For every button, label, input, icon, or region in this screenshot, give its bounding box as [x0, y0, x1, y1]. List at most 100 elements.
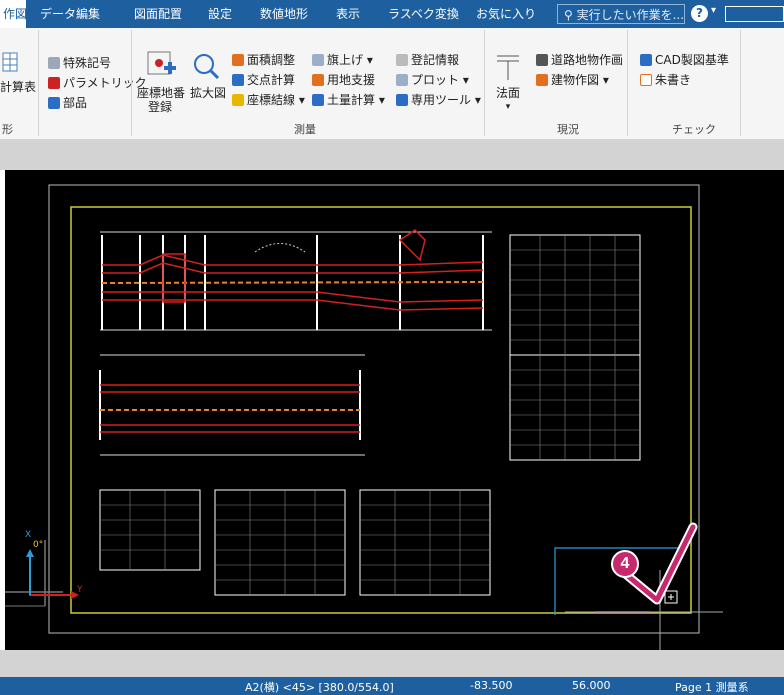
table-gridlines	[100, 235, 640, 595]
drawing-canvas[interactable]: 4 X 0° Y	[5, 170, 784, 650]
calc-table-button[interactable]: 計算表	[0, 80, 36, 94]
zahyou-kessen-button[interactable]: 座標結線 ▾	[232, 93, 305, 107]
chevron-down-icon: ▾	[505, 102, 511, 112]
divider	[131, 30, 132, 136]
cad-standard-button[interactable]: CAD製図基準	[640, 53, 729, 67]
search-icon: ⚲	[564, 8, 577, 22]
axis-y-label: Y	[77, 585, 83, 595]
drawing-svg	[5, 184, 723, 650]
tab-data-edit[interactable]: データ編集	[40, 0, 100, 28]
tab-sakuzu[interactable]: 作図	[0, 0, 27, 28]
label: 朱書き	[655, 73, 692, 87]
touki-jouhou-button[interactable]: 登記情報	[396, 53, 459, 67]
divider	[627, 30, 628, 136]
account-box[interactable]	[725, 6, 784, 22]
label: 用地支援	[327, 73, 376, 87]
step-badge: 4	[611, 550, 639, 578]
chevron-down-icon: ▾	[599, 73, 609, 87]
menseki-chousei-button[interactable]: 面積調整	[232, 53, 295, 67]
doryou-keisan-button[interactable]: 土量計算 ▾	[312, 93, 385, 107]
house-icon	[232, 54, 244, 66]
chevron-down-icon: ▾	[363, 53, 373, 67]
tab-zumen-haichi[interactable]: 図面配置	[134, 0, 182, 28]
divider	[38, 30, 39, 136]
label: プロット	[411, 73, 460, 87]
label: CAD製図基準	[655, 53, 729, 67]
statusbar: A2(横) <45> [380.0/554.0] -83.500 56.000 …	[0, 677, 784, 695]
group-label-check: チェック	[672, 123, 716, 136]
label: 交点計算	[247, 73, 296, 87]
lines-icon	[232, 94, 244, 106]
menubar: 作図 データ編集 図面配置 設定 数値地形 表示 ラスベク変換 お気に入り ⚲ …	[0, 0, 784, 28]
page-status[interactable]: Page 1 測量系	[675, 679, 749, 695]
tab-favorites[interactable]: お気に入り	[476, 0, 536, 28]
douro-chibutsu-button[interactable]: 道路地物作画	[536, 53, 623, 67]
help-icon[interactable]: ?	[691, 5, 708, 22]
paper-border	[48, 184, 700, 634]
label: パラメトリック	[63, 76, 147, 90]
tool-icon	[396, 94, 408, 106]
label-line2: 登録	[147, 100, 172, 114]
toolbar-strip	[0, 140, 784, 170]
group-label-sokuryou: 測量	[294, 123, 316, 136]
document-icon	[396, 54, 408, 66]
redline-icon	[640, 74, 652, 86]
chevron-down-icon[interactable]: ▾	[711, 5, 716, 16]
paper-size-status[interactable]: A2(横) <45> [380.0/554.0]	[245, 679, 394, 695]
hataage-button[interactable]: 旗上げ ▾	[312, 53, 373, 67]
road-icon	[536, 54, 548, 66]
tatemono-button[interactable]: 建物作図 ▾	[536, 73, 609, 87]
shugaki-button[interactable]: 朱書き	[640, 73, 691, 87]
checkbox-icon	[640, 54, 652, 66]
search-input[interactable]: ⚲ 実行したい作業を...	[557, 4, 685, 24]
person-icon	[312, 74, 324, 86]
section-drawing-top	[100, 229, 492, 331]
coord-register-button[interactable]: 座標地番 登録	[137, 86, 186, 114]
tab-view[interactable]: 表示	[336, 0, 360, 28]
chevron-down-icon: ▾	[471, 93, 481, 107]
part-icon	[48, 97, 60, 109]
divider	[740, 30, 741, 136]
y-coordinate: 56.000	[572, 679, 611, 692]
label: 面積調整	[247, 53, 296, 67]
plot-icon	[396, 74, 408, 86]
tab-suuchi-chikei[interactable]: 数値地形	[260, 0, 308, 28]
label: 道路地物作画	[551, 53, 624, 67]
section-drawing-middle	[99, 354, 365, 456]
flag-icon	[312, 54, 324, 66]
youchi-shien-button[interactable]: 用地支援	[312, 73, 375, 87]
tab-rasbek[interactable]: ラスベク変換	[388, 0, 459, 28]
chevron-down-icon: ▾	[295, 93, 305, 107]
divider	[484, 30, 485, 136]
zoom-view-button[interactable]: 拡大図	[190, 86, 226, 100]
plot-button[interactable]: プロット ▾	[396, 73, 469, 87]
houmen-button[interactable]: 法面 ▾	[496, 86, 520, 114]
magnifier-icon	[192, 52, 220, 84]
x-coordinate: -83.500	[470, 679, 513, 692]
chevron-down-icon: ▾	[375, 93, 385, 107]
command-strip	[0, 650, 784, 677]
label: 専用ツール	[411, 93, 472, 107]
search-placeholder: 実行したい作業を...	[576, 8, 685, 22]
label: 建物作図	[551, 73, 600, 87]
tokushu-kigou-button[interactable]: 特殊記号	[48, 56, 111, 70]
parametric-icon	[48, 77, 60, 89]
coord-register-icon	[146, 50, 178, 84]
senyou-tool-button[interactable]: 専用ツール ▾	[396, 93, 481, 107]
label: 部品	[63, 96, 88, 110]
label-line1: 座標地番	[137, 86, 186, 100]
group-label-genkyo: 現況	[557, 123, 579, 136]
buhin-button[interactable]: 部品	[48, 96, 87, 110]
group-label-kei: 形	[2, 123, 13, 136]
label: 座標結線	[247, 93, 296, 107]
label: 特殊記号	[63, 56, 112, 70]
tab-settings[interactable]: 設定	[208, 0, 232, 28]
earthwork-icon	[312, 94, 324, 106]
label: 旗上げ	[327, 53, 364, 67]
kouten-keisan-button[interactable]: 交点計算	[232, 73, 295, 87]
pen-icon	[48, 57, 60, 69]
label: 土量計算	[327, 93, 376, 107]
axis-x-label: X	[25, 530, 32, 540]
axis-angle-label: 0°	[33, 540, 44, 550]
intersection-icon	[232, 74, 244, 86]
